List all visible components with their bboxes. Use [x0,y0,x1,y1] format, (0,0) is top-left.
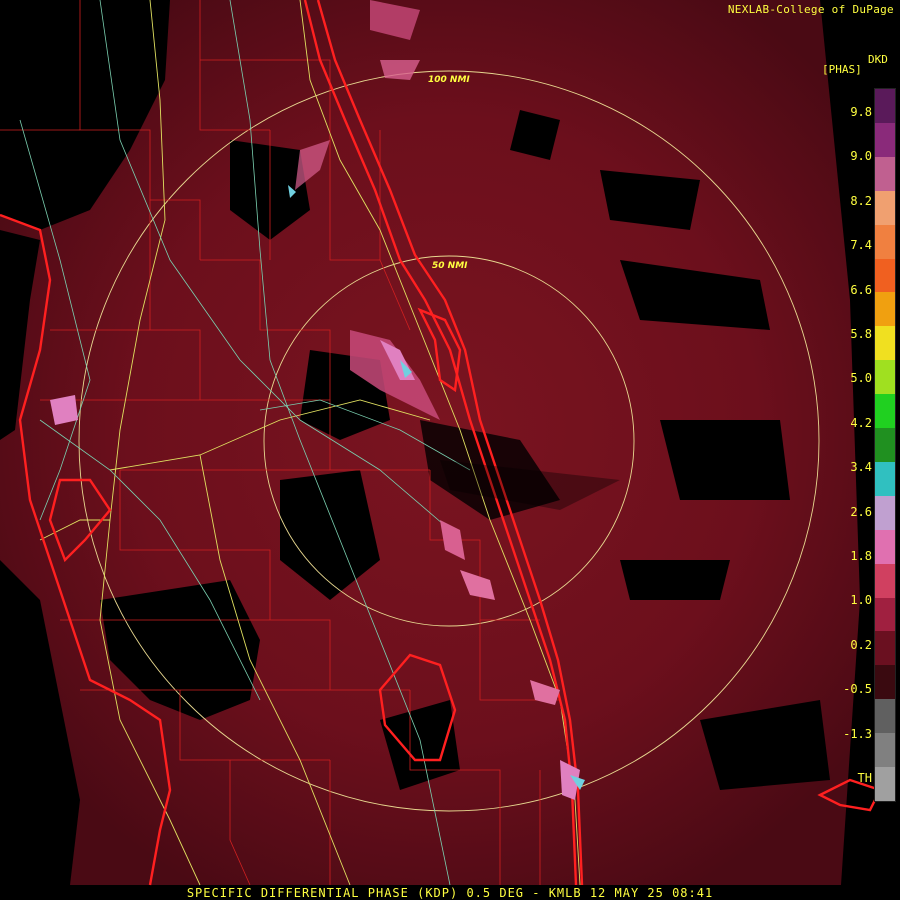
color-scale-segment [875,665,895,700]
color-scale-tick-label: 0.2 [850,637,872,652]
color-scale-segment [875,597,895,632]
color-scale-segment [875,360,895,395]
legend-unit-bottom: [PHAS] [822,63,862,76]
color-scale-segment [875,224,895,259]
color-scale-segment [875,699,895,734]
color-scale-tick-label: 8.2 [850,193,872,208]
ring-label-50: 50 NMI [432,261,468,271]
color-scale-tick-label: -0.5 [843,682,872,697]
color-scale-tick-label: 2.6 [850,504,872,519]
color-scale-tick-label: 1.8 [850,549,872,563]
color-scale-segment [875,394,895,429]
ring-label-100: 100 NMI [428,75,470,85]
color-scale-tick-label: TH [857,771,872,785]
color-scale-tick-label: 9.8 [850,105,872,119]
color-scale-segment [875,529,895,565]
color-scale-tick-label: 9.0 [850,149,872,164]
color-scale-tick-label: 5.0 [850,371,872,386]
color-scale-tick-label: 4.2 [850,415,872,430]
color-scale-segment [875,428,895,463]
color-scale-segment [875,190,895,226]
color-scale-segment [875,326,895,361]
color-scale-bar [874,88,896,802]
radar-map: 50 NMI 100 NMI [0,0,900,900]
color-scale-segment [875,495,895,531]
legend-unit-top: DKD [868,53,888,66]
color-scale-segment [875,89,895,124]
color-scale-segment [875,767,895,802]
color-scale-segment [875,631,895,666]
color-scale-tick-label: 3.4 [850,460,872,475]
color-scale-tick-label: 6.6 [850,282,872,297]
product-caption: SPECIFIC DIFFERENTIAL PHASE (KDP) 0.5 DE… [0,886,900,900]
color-scale-tick-label: 1.0 [850,593,872,608]
radar-view: 50 NMI 100 NMI NEXLAB-College of DuPage … [0,0,900,900]
color-scale-tick-label: 5.8 [850,327,872,341]
color-scale-tick-label: -1.3 [843,726,872,741]
color-scale-tick-label: 7.4 [850,238,872,253]
color-scale-segment [875,156,895,192]
color-scale-segment [875,292,895,327]
color-scale-segment [875,461,895,497]
color-scale-segment [875,258,895,293]
color-scale-segment [875,733,895,768]
color-scale-segment [875,563,895,599]
credit-label: NEXLAB-College of DuPage [727,3,894,16]
color-scale-segment [875,122,895,158]
